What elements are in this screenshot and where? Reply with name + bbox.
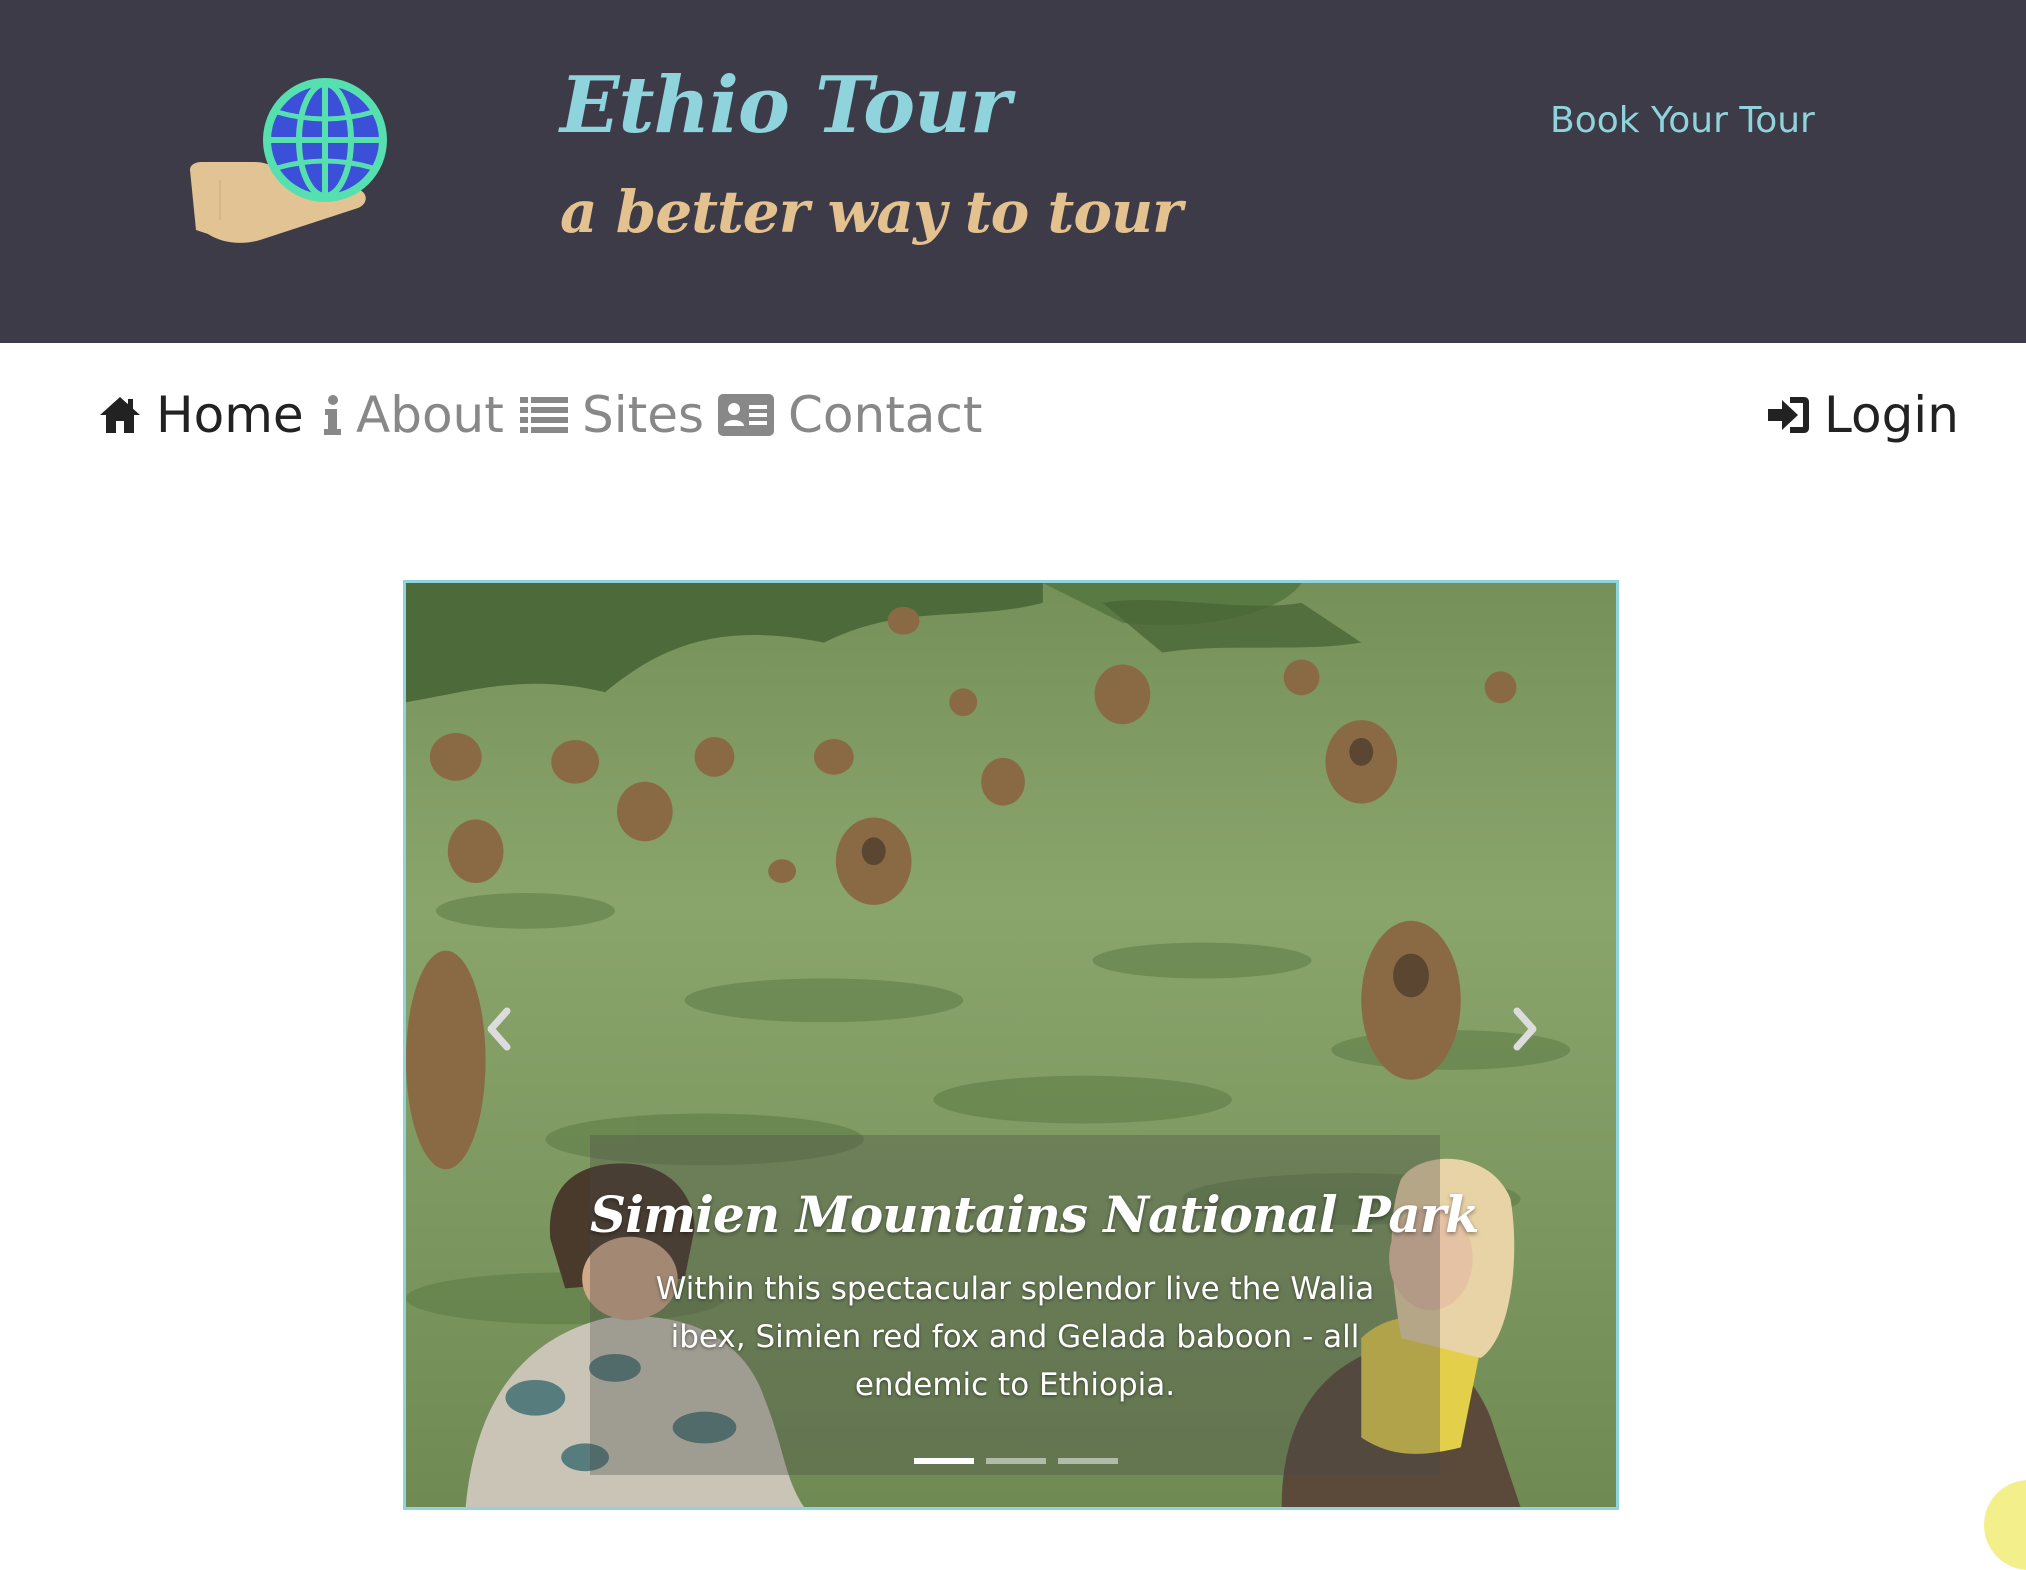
nav-label-home: Home <box>156 386 304 444</box>
brand-tagline: a better way to tour <box>560 178 1183 246</box>
site-header: Ethio Tour a better way to tour Book You… <box>0 0 2026 343</box>
brand-title[interactable]: Ethio Tour <box>560 60 1011 151</box>
carousel-indicator-3[interactable] <box>1058 1458 1118 1464</box>
nav-label-login: Login <box>1824 386 1959 444</box>
chevron-right-icon <box>1511 1007 1541 1055</box>
nav-label-contact: Contact <box>788 386 983 444</box>
nav-label-sites: Sites <box>582 386 705 444</box>
book-your-tour-link[interactable]: Book Your Tour <box>1550 100 1815 141</box>
sign-in-icon <box>1766 395 1810 435</box>
home-icon <box>98 395 142 435</box>
contact-card-icon <box>718 394 774 436</box>
chevron-left-icon <box>483 1007 513 1055</box>
carousel-indicators <box>914 1458 1118 1464</box>
carousel-indicator-1[interactable] <box>914 1458 974 1464</box>
nav-label-about: About <box>356 386 504 444</box>
list-icon <box>520 395 568 435</box>
carousel-next-button[interactable] <box>1496 1001 1556 1061</box>
carousel-indicator-2[interactable] <box>986 1458 1046 1464</box>
caption-title: Simien Mountains National Park <box>590 1185 1480 1244</box>
info-icon <box>322 394 342 436</box>
nav-item-about[interactable]: About <box>322 385 504 445</box>
globe-in-hand-icon[interactable] <box>180 70 410 270</box>
chat-widget-button[interactable] <box>1984 1480 2026 1570</box>
main-navbar: Home About Sites Contact Login <box>0 343 2026 483</box>
nav-item-sites[interactable]: Sites <box>520 385 704 445</box>
carousel-prev-button[interactable] <box>468 1001 528 1061</box>
nav-item-contact[interactable]: Contact <box>718 385 983 445</box>
carousel-caption: Simien Mountains National Park Within th… <box>590 1135 1480 1475</box>
image-carousel[interactable]: Simien Mountains National Park Within th… <box>403 580 1619 1510</box>
nav-item-login[interactable]: Login <box>1766 385 1959 445</box>
caption-text: Within this spectacular splendor live th… <box>655 1271 1375 1403</box>
nav-item-home[interactable]: Home <box>98 385 304 445</box>
